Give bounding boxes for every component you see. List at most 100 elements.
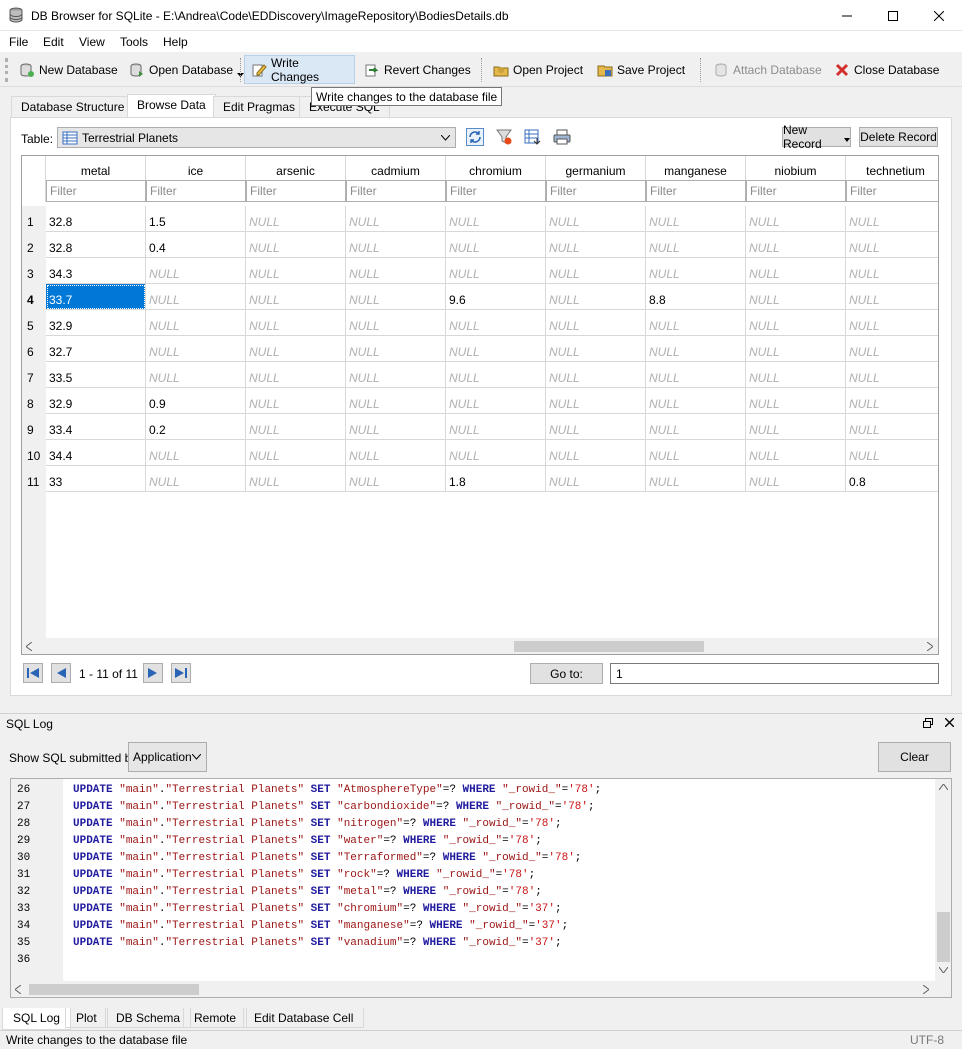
column-filter-input[interactable]: Filter bbox=[46, 180, 146, 202]
column-filter-input[interactable]: Filter bbox=[246, 180, 346, 202]
table-cell[interactable]: 32.8 bbox=[46, 232, 146, 258]
table-cell[interactable]: NULL bbox=[146, 336, 246, 362]
attach-database-button[interactable]: Attach Database bbox=[707, 55, 828, 84]
table-cell[interactable]: NULL bbox=[146, 258, 246, 284]
table-cell[interactable]: 0.9 bbox=[146, 388, 246, 414]
close-window-button[interactable] bbox=[916, 0, 962, 31]
table-cell[interactable]: 33.5 bbox=[46, 362, 146, 388]
table-cell[interactable]: 33.4 bbox=[46, 414, 146, 440]
tab-remote[interactable]: Remote bbox=[183, 1008, 248, 1028]
table-cell[interactable]: NULL bbox=[846, 206, 938, 232]
column-header-metal[interactable]: metal bbox=[46, 156, 146, 180]
table-cell[interactable]: NULL bbox=[746, 206, 846, 232]
tab-db-schema[interactable]: DB Schema bbox=[105, 1008, 192, 1028]
table-select[interactable]: Terrestrial Planets bbox=[57, 127, 456, 148]
table-cell[interactable]: NULL bbox=[746, 466, 846, 492]
row-header[interactable]: 7 bbox=[22, 362, 46, 388]
tab-edit-database-cell[interactable]: Edit Database Cell bbox=[243, 1008, 365, 1028]
table-cell[interactable]: NULL bbox=[346, 310, 446, 336]
table-cell[interactable]: NULL bbox=[546, 258, 646, 284]
maximize-button[interactable] bbox=[870, 0, 916, 31]
horizontal-scrollbar[interactable] bbox=[22, 638, 938, 654]
table-cell[interactable]: NULL bbox=[446, 206, 546, 232]
table-cell[interactable]: 8.8 bbox=[646, 284, 746, 310]
previous-record-button[interactable] bbox=[51, 663, 71, 683]
goto-input[interactable]: 1 bbox=[610, 663, 939, 684]
table-cell[interactable]: NULL bbox=[146, 440, 246, 466]
table-cell[interactable]: NULL bbox=[646, 362, 746, 388]
table-cell[interactable]: NULL bbox=[546, 232, 646, 258]
undock-icon[interactable] bbox=[923, 718, 933, 728]
column-filter-input[interactable]: Filter bbox=[146, 180, 246, 202]
show-sql-select[interactable]: Application bbox=[128, 742, 207, 772]
row-header[interactable]: 10 bbox=[22, 440, 46, 466]
table-cell[interactable]: NULL bbox=[646, 414, 746, 440]
table-cell[interactable]: NULL bbox=[646, 440, 746, 466]
table-cell[interactable]: NULL bbox=[646, 388, 746, 414]
table-cell[interactable]: NULL bbox=[646, 310, 746, 336]
open-database-button[interactable]: Open Database bbox=[123, 55, 250, 84]
last-record-button[interactable] bbox=[171, 663, 191, 683]
table-cell[interactable]: NULL bbox=[446, 440, 546, 466]
table-cell[interactable]: NULL bbox=[346, 414, 446, 440]
save-table-button[interactable] bbox=[521, 126, 544, 148]
table-cell[interactable]: 0.8 bbox=[846, 466, 938, 492]
vertical-scrollbar[interactable] bbox=[935, 779, 951, 981]
table-cell[interactable]: 1.5 bbox=[146, 206, 246, 232]
delete-record-button[interactable]: Delete Record bbox=[859, 127, 938, 147]
table-cell[interactable]: NULL bbox=[346, 362, 446, 388]
table-cell[interactable]: NULL bbox=[646, 466, 746, 492]
print-button[interactable] bbox=[550, 126, 573, 148]
next-record-button[interactable] bbox=[143, 663, 163, 683]
row-header[interactable]: 1 bbox=[22, 206, 46, 232]
table-cell[interactable]: NULL bbox=[546, 414, 646, 440]
column-header-cadmium[interactable]: cadmium bbox=[346, 156, 446, 180]
table-cell[interactable]: NULL bbox=[446, 414, 546, 440]
table-cell[interactable]: 34.4 bbox=[46, 440, 146, 466]
table-cell[interactable]: NULL bbox=[546, 336, 646, 362]
table-cell[interactable]: NULL bbox=[846, 440, 938, 466]
column-filter-input[interactable]: Filter bbox=[446, 180, 546, 202]
column-header-ice[interactable]: ice bbox=[146, 156, 246, 180]
table-cell[interactable]: NULL bbox=[346, 388, 446, 414]
table-cell[interactable]: NULL bbox=[546, 206, 646, 232]
table-cell[interactable]: NULL bbox=[646, 336, 746, 362]
table-cell[interactable]: NULL bbox=[546, 284, 646, 310]
row-header[interactable]: 3 bbox=[22, 258, 46, 284]
row-header[interactable]: 11 bbox=[22, 466, 46, 492]
table-cell[interactable]: NULL bbox=[846, 310, 938, 336]
tab-browse-data[interactable]: Browse Data bbox=[127, 94, 216, 118]
column-filter-input[interactable]: Filter bbox=[346, 180, 446, 202]
minimize-button[interactable] bbox=[824, 0, 870, 31]
data-grid[interactable]: metal Filter ice Filter arsenic Filter cadmium… bbox=[21, 155, 939, 655]
table-cell[interactable]: NULL bbox=[246, 206, 346, 232]
write-changes-button[interactable]: Write Changes bbox=[244, 55, 355, 84]
table-cell[interactable]: NULL bbox=[546, 362, 646, 388]
tab-sql-log[interactable]: SQL Log bbox=[2, 1008, 71, 1030]
table-cell[interactable]: 9.6 bbox=[446, 284, 546, 310]
column-header-technetium[interactable]: technetium bbox=[846, 156, 938, 180]
table-cell[interactable]: NULL bbox=[546, 388, 646, 414]
column-header-chromium[interactable]: chromium bbox=[446, 156, 546, 180]
table-cell[interactable]: 34.3 bbox=[46, 258, 146, 284]
scroll-up-icon[interactable] bbox=[939, 784, 948, 790]
horizontal-scroll-thumb[interactable] bbox=[514, 641, 704, 652]
table-cell[interactable]: NULL bbox=[846, 414, 938, 440]
table-cell[interactable]: NULL bbox=[346, 258, 446, 284]
column-filter-input[interactable]: Filter bbox=[546, 180, 646, 202]
table-cell[interactable]: NULL bbox=[446, 362, 546, 388]
close-database-button[interactable]: Close Database bbox=[828, 55, 945, 84]
table-cell[interactable]: NULL bbox=[646, 232, 746, 258]
table-cell[interactable]: NULL bbox=[846, 284, 938, 310]
column-filter-input[interactable]: Filter bbox=[746, 180, 846, 202]
table-cell[interactable]: NULL bbox=[446, 388, 546, 414]
scroll-down-icon[interactable] bbox=[939, 967, 948, 973]
table-cell[interactable]: NULL bbox=[346, 206, 446, 232]
column-header-germanium[interactable]: germanium bbox=[546, 156, 646, 180]
row-header[interactable]: 6 bbox=[22, 336, 46, 362]
table-cell[interactable]: NULL bbox=[346, 440, 446, 466]
table-cell[interactable]: NULL bbox=[446, 310, 546, 336]
table-cell[interactable]: NULL bbox=[746, 258, 846, 284]
table-cell[interactable]: 33 bbox=[46, 466, 146, 492]
table-cell[interactable]: NULL bbox=[246, 310, 346, 336]
